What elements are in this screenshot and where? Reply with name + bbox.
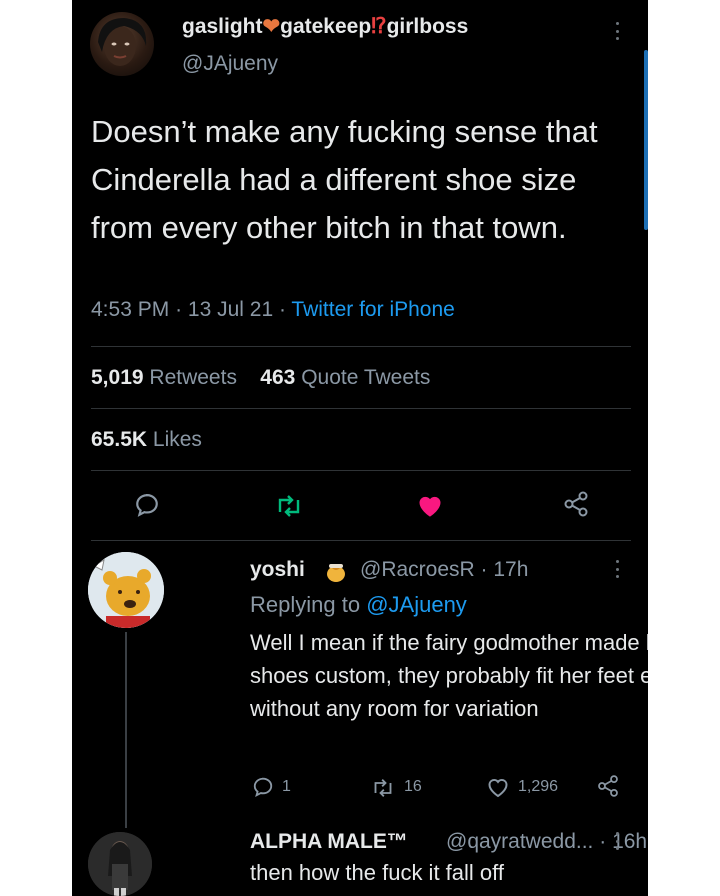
- reply-display-name[interactable]: ALPHA MALE™: [250, 830, 408, 854]
- tweet-time: 4:53 PM: [91, 298, 170, 321]
- retweet-icon[interactable]: [370, 778, 396, 803]
- like-icon[interactable]: [486, 776, 510, 803]
- reply-text: Well I mean if the fairy godmother made …: [250, 630, 648, 721]
- interrobang-emoji-icon: ⁉: [371, 15, 387, 38]
- reply-handle-time: @RacroesR · 17h: [360, 558, 529, 581]
- stats-row: 5,019 Retweets 463 Quote Tweets: [91, 366, 430, 390]
- thread-connector-line: [125, 632, 127, 828]
- divider: [91, 470, 631, 471]
- tweet-meta: 4:53 PM · 13 Jul 21 · Twitter for iPhone: [91, 298, 455, 321]
- tweet-text: Doesn’t make any fucking sense that Cind…: [91, 114, 598, 245]
- like-count: 1,296: [518, 778, 559, 795]
- reply-display-name[interactable]: yoshi: [250, 558, 305, 582]
- tweet-detail-screen: gaslight❤gatekeep⁉girlboss @JAjueny Does…: [72, 0, 648, 896]
- honey-pot-emoji-icon: [324, 560, 348, 589]
- avatar[interactable]: [90, 12, 154, 76]
- avatar[interactable]: [88, 832, 152, 896]
- tweet-date: 13 Jul 21: [187, 298, 274, 321]
- reply-icon[interactable]: [134, 492, 160, 523]
- tweet-source-link[interactable]: Twitter for iPhone: [291, 298, 454, 321]
- divider: [91, 540, 631, 541]
- scroll-indicator[interactable]: [644, 50, 648, 230]
- more-options-icon[interactable]: [616, 560, 620, 578]
- handle[interactable]: @JAjueny: [182, 52, 278, 76]
- heart-emoji-icon: ❤: [262, 15, 281, 38]
- mention-link[interactable]: @JAjueny: [366, 592, 467, 617]
- retweets-stat[interactable]: 5,019 Retweets: [91, 366, 237, 389]
- likes-stat[interactable]: 65.5K Likes: [91, 428, 202, 452]
- reply-count: 1: [282, 778, 291, 795]
- divider: [91, 408, 631, 409]
- reply-text: then how the fuck it fall off: [250, 860, 504, 885]
- retweet-count: 16: [404, 778, 422, 795]
- more-options-icon[interactable]: [616, 832, 620, 850]
- quote-tweets-stat[interactable]: 463 Quote Tweets: [260, 366, 430, 389]
- more-options-icon[interactable]: [616, 22, 620, 40]
- divider: [91, 346, 631, 347]
- share-icon[interactable]: [562, 490, 590, 523]
- share-icon[interactable]: [596, 774, 620, 803]
- replying-to: Replying to @JAjueny: [250, 592, 467, 617]
- like-icon[interactable]: [416, 492, 444, 523]
- retweet-icon[interactable]: [274, 494, 304, 523]
- reply-icon[interactable]: [252, 776, 274, 803]
- avatar[interactable]: [88, 552, 164, 628]
- display-name[interactable]: gaslight❤gatekeep⁉girlboss: [182, 14, 468, 39]
